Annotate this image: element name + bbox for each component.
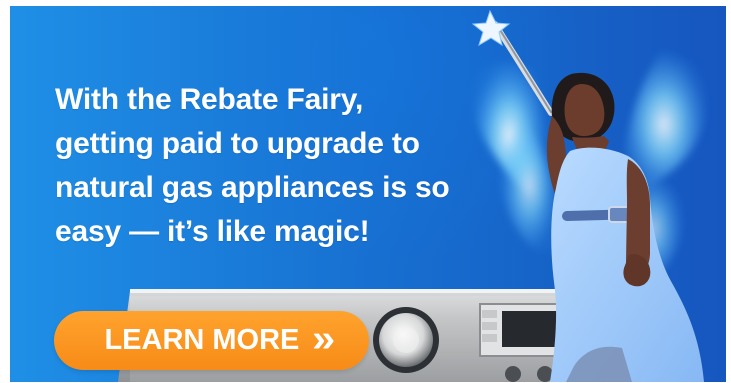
rebate-fairy-banner[interactable]: With the Rebate Fairy, getting paid to u… <box>10 6 726 382</box>
headline: With the Rebate Fairy, getting paid to u… <box>55 83 450 248</box>
learn-more-label: LEARN MORE <box>104 324 300 356</box>
learn-more-button[interactable]: LEARN MORE » <box>54 311 369 370</box>
appliance-knob-icon <box>373 307 439 373</box>
double-chevron-right-icon: » <box>312 318 336 360</box>
